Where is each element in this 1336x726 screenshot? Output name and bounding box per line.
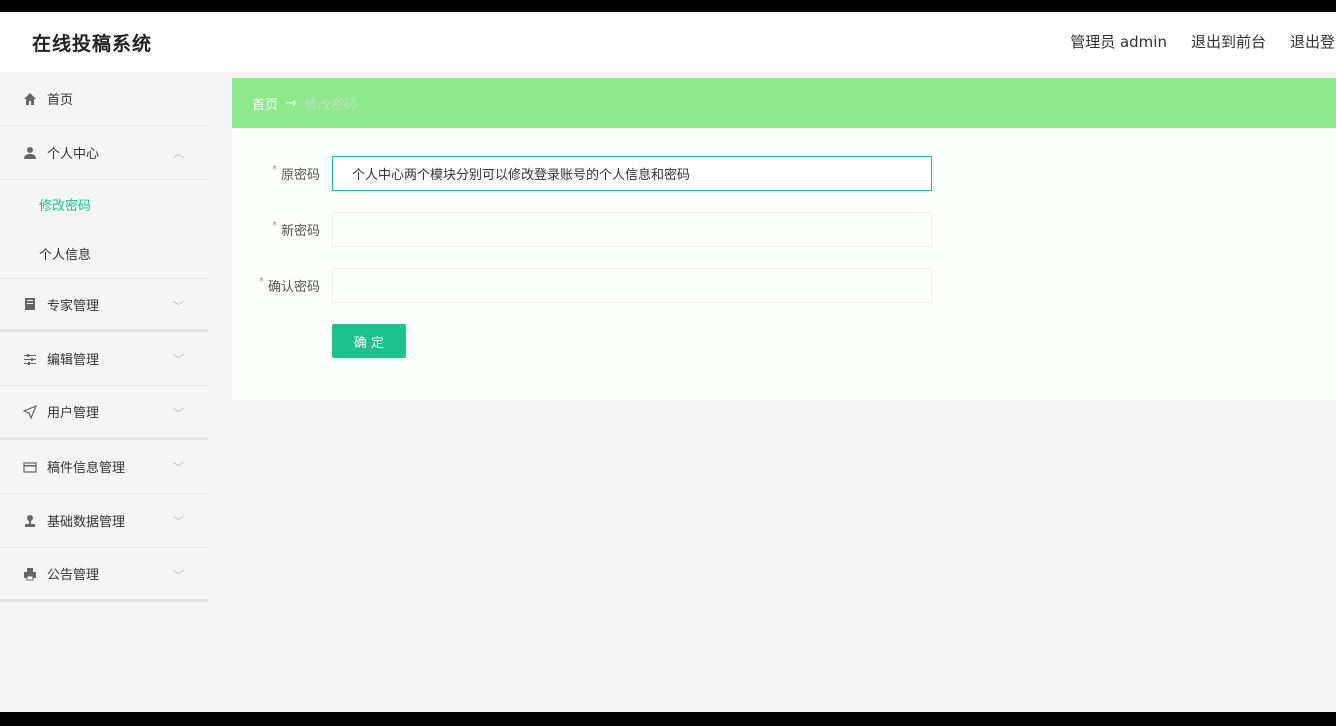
printer-icon bbox=[22, 566, 38, 582]
chevron-down-icon: ﹀ bbox=[173, 461, 184, 474]
confirm-password-input[interactable] bbox=[332, 268, 932, 303]
old-password-row: * 原密码 bbox=[232, 156, 932, 191]
sidebar: 首页 个人中心 ︿ 修改密码 个人信息 专家管理 ﹀ 编辑管理 ﹀ 用户管理 ﹀… bbox=[0, 72, 208, 712]
confirm-password-row: * 确认密码 bbox=[232, 268, 932, 303]
sidebar-item-label: 编辑管理 bbox=[47, 353, 100, 368]
top-bar: 在线投稿系统 管理员 admin 退出到前台 退出登录 bbox=[0, 12, 1336, 72]
submit-button[interactable]: 确 定 bbox=[332, 324, 406, 358]
stamp-icon bbox=[22, 513, 38, 529]
book-icon bbox=[22, 296, 38, 312]
sidebar-item-label: 首页 bbox=[47, 93, 74, 108]
chevron-down-icon: ﹀ bbox=[173, 569, 184, 582]
new-password-input[interactable] bbox=[332, 212, 932, 247]
sidebar-item-editor-management[interactable]: 编辑管理 ﹀ bbox=[0, 332, 208, 386]
sidebar-item-label: 个人中心 bbox=[47, 147, 100, 162]
send-icon bbox=[22, 404, 38, 420]
breadcrumb-arrow-icon: → bbox=[286, 95, 297, 111]
chevron-down-icon: ﹀ bbox=[173, 407, 184, 420]
sidebar-item-personal-center[interactable]: 个人中心 ︿ bbox=[0, 126, 208, 180]
breadcrumb-current: 修改密码 bbox=[304, 97, 357, 113]
old-password-input[interactable] bbox=[332, 156, 932, 191]
sidebar-subitem-personal-info[interactable]: 个人信息 bbox=[0, 229, 208, 278]
sidebar-item-notice-management[interactable]: 公告管理 ﹀ bbox=[0, 548, 208, 602]
sidebar-item-manuscript-management[interactable]: 稿件信息管理 ﹀ bbox=[0, 440, 208, 494]
confirm-password-label-text: 确认密码 bbox=[267, 280, 320, 295]
sidebar-item-label: 公告管理 bbox=[47, 568, 100, 583]
sidebar-item-label: 用户管理 bbox=[47, 406, 100, 421]
confirm-password-label: * 确认密码 bbox=[259, 276, 320, 295]
app-title: 在线投稿系统 bbox=[32, 33, 153, 55]
sidebar-item-label: 基础数据管理 bbox=[47, 515, 126, 530]
user-icon bbox=[22, 145, 38, 161]
exit-to-front-link[interactable]: 退出到前台 bbox=[1191, 31, 1266, 52]
breadcrumb: 首页 → 修改密码 bbox=[232, 78, 1336, 128]
old-password-label-text: 原密码 bbox=[280, 168, 320, 183]
main-content: 首页 → 修改密码 *原密码 *新密码 *确认密码 确 定 bbox=[232, 78, 1336, 400]
change-password-form: *原密码 *新密码 *确认密码 确 定 bbox=[232, 128, 1336, 400]
sidebar-item-user-management[interactable]: 用户管理 ﹀ bbox=[0, 386, 208, 440]
new-password-label-text: 新密码 bbox=[280, 224, 320, 239]
card-icon bbox=[22, 459, 38, 475]
chevron-up-icon: ︿ bbox=[173, 147, 184, 160]
required-mark: * bbox=[271, 220, 277, 231]
chevron-down-icon: ﹀ bbox=[173, 515, 184, 528]
sidebar-item-expert-management[interactable]: 专家管理 ﹀ bbox=[0, 278, 208, 332]
logout-link[interactable]: 退出登录 bbox=[1290, 31, 1336, 52]
sidebar-item-base-data-management[interactable]: 基础数据管理 ﹀ bbox=[0, 494, 208, 548]
required-mark: * bbox=[258, 276, 264, 287]
new-password-row: * 新密码 bbox=[232, 212, 932, 247]
sidebar-item-label: 专家管理 bbox=[47, 298, 100, 314]
admin-user-label: 管理员 admin bbox=[1070, 33, 1167, 51]
top-links: 管理员 admin 退出到前台 退出登录 bbox=[1070, 31, 1336, 52]
old-password-label: * 原密码 bbox=[272, 164, 320, 183]
sidebar-item-home[interactable]: 首页 bbox=[0, 72, 208, 126]
home-icon bbox=[22, 91, 38, 107]
required-mark: * bbox=[271, 164, 277, 175]
new-password-label: * 新密码 bbox=[272, 220, 320, 239]
bottom-black-bar bbox=[0, 712, 1336, 726]
chevron-down-icon: ﹀ bbox=[173, 353, 184, 366]
breadcrumb-home[interactable]: 首页 bbox=[252, 94, 278, 113]
app-frame: 在线投稿系统 管理员 admin 退出到前台 退出登录 首页 个人中心 ︿ 修改… bbox=[0, 12, 1336, 712]
chevron-down-icon: ﹀ bbox=[173, 300, 184, 313]
sliders-icon bbox=[22, 351, 38, 367]
sidebar-item-label: 稿件信息管理 bbox=[47, 461, 126, 476]
sidebar-subitem-change-password[interactable]: 修改密码 bbox=[0, 180, 208, 229]
